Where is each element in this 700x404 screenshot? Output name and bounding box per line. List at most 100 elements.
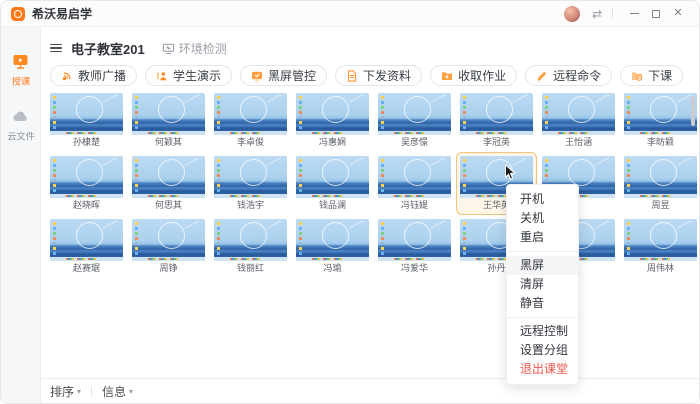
student-screen-thumbnail[interactable] xyxy=(50,93,123,135)
desktop-icons xyxy=(627,222,630,225)
toolbar-button[interactable]: 下课 xyxy=(620,65,683,86)
vertical-scrollbar[interactable] xyxy=(691,96,695,126)
student-screen-thumbnail[interactable] xyxy=(624,156,697,198)
minimize-button[interactable] xyxy=(623,5,645,23)
student-card[interactable]: 何颖其 xyxy=(128,89,209,152)
student-card[interactable]: 周伟林 xyxy=(620,215,700,278)
students-grid: 孙棣楚 何颖其 李卓俊 冯惠娴 吴彦憬 xyxy=(41,86,700,278)
student-screen-thumbnail[interactable] xyxy=(50,156,123,198)
remote-command-icon xyxy=(536,70,548,82)
student-name: 周昱 xyxy=(651,200,669,211)
student-card[interactable]: 冯惠娴 xyxy=(292,89,373,152)
student-card[interactable]: 李冠英 xyxy=(456,89,537,152)
desktop-icons xyxy=(299,96,302,99)
student-name: 冯钰媞 xyxy=(401,200,428,211)
toolbar-button[interactable]: 黑屏管控 xyxy=(240,65,327,86)
context-menu-item[interactable]: 静音 xyxy=(507,294,578,313)
student-card[interactable]: 李卓俊 xyxy=(210,89,291,152)
wallpaper-streak xyxy=(185,94,200,102)
sort-dropdown[interactable]: 排序 ▾ xyxy=(50,383,81,400)
desktop-icons xyxy=(627,159,630,162)
student-screen-thumbnail[interactable] xyxy=(296,219,369,261)
student-screen-thumbnail[interactable] xyxy=(296,93,369,135)
sidebar-item-idx1[interactable]: 云文件 xyxy=(1,108,41,143)
toolbar-button[interactable]: 教师广播 xyxy=(50,65,137,86)
sort-label: 排序 xyxy=(50,383,74,400)
context-menu-item[interactable]: 黑屏 xyxy=(507,256,578,275)
context-menu-item[interactable]: 开机 xyxy=(507,190,578,209)
student-card[interactable]: 王怡涵 xyxy=(538,89,619,152)
student-screen-thumbnail[interactable] xyxy=(214,219,287,261)
wallpaper-streak xyxy=(513,94,528,102)
student-card[interactable]: 李昉颖 xyxy=(620,89,700,152)
student-screen-thumbnail[interactable] xyxy=(378,219,451,261)
context-menu-item[interactable]: 重启 xyxy=(507,228,578,247)
student-screen-thumbnail[interactable] xyxy=(214,93,287,135)
student-screen-thumbnail[interactable] xyxy=(542,93,615,135)
toolbar-button[interactable]: 远程命令 xyxy=(525,65,612,86)
student-card[interactable]: 吴彦憬 xyxy=(374,89,455,152)
student-card[interactable]: 钱丽红 xyxy=(210,215,291,278)
thumbnail-taskbar xyxy=(378,257,451,261)
context-menu-item[interactable]: 远程控制 xyxy=(507,322,578,341)
toolbar-button[interactable]: 收取作业 xyxy=(430,65,517,86)
toolbar: 教师广播 学生演示 黑屏管控 下发资料 收取作业 远程命令 下课 xyxy=(41,57,700,86)
desktop-icons xyxy=(463,96,466,99)
wallpaper-circle xyxy=(158,222,185,249)
student-screen-thumbnail[interactable] xyxy=(132,93,205,135)
student-card[interactable]: 周铮 xyxy=(128,215,209,278)
close-button[interactable]: ✕ xyxy=(667,5,689,23)
wallpaper-streak xyxy=(349,157,364,165)
env-check-button[interactable]: 环境检测 xyxy=(162,40,227,57)
student-screen-thumbnail[interactable] xyxy=(624,219,697,261)
student-card[interactable]: 冯瑜 xyxy=(292,215,373,278)
switch-account-icon[interactable]: ⇄ xyxy=(592,7,602,21)
student-screen-thumbnail[interactable] xyxy=(624,93,697,135)
student-card[interactable]: 钱浩宇 xyxy=(210,152,291,215)
student-card[interactable]: 孙棣楚 xyxy=(46,89,127,152)
student-screen-thumbnail[interactable] xyxy=(50,219,123,261)
student-name: 冯惠娴 xyxy=(319,137,346,148)
desktop-icons xyxy=(299,159,302,162)
app-window: 希沃易启学 ⇄ ✕ 授课 云文件 电子教室201 环境检测 xyxy=(0,0,700,404)
sidebar-item-active[interactable]: 授课 xyxy=(1,53,41,88)
student-screen-thumbnail[interactable] xyxy=(214,156,287,198)
toolbar-button[interactable]: 下发资料 xyxy=(335,65,422,86)
student-card[interactable]: 周昱 xyxy=(620,152,700,215)
student-card[interactable]: 钱品澜 xyxy=(292,152,373,215)
student-screen-thumbnail[interactable] xyxy=(378,156,451,198)
thumbnail-taskbar xyxy=(296,257,369,261)
student-screen-thumbnail[interactable] xyxy=(132,156,205,198)
context-menu-item[interactable]: 退出课堂 xyxy=(507,360,578,379)
send-file-icon xyxy=(346,70,358,82)
user-avatar[interactable] xyxy=(564,6,580,22)
toolbar-button[interactable]: 学生演示 xyxy=(145,65,232,86)
context-menu-item[interactable]: 清屏 xyxy=(507,275,578,294)
desktop-icons xyxy=(545,96,548,99)
wallpaper-streak xyxy=(431,94,446,102)
context-menu-item[interactable]: 设置分组 xyxy=(507,341,578,360)
student-card[interactable]: 冯爱华 xyxy=(374,215,455,278)
student-name: 李冠英 xyxy=(483,137,510,148)
context-menu-item[interactable]: 关机 xyxy=(507,209,578,228)
student-card[interactable]: 冯钰媞 xyxy=(374,152,455,215)
student-card[interactable]: 赵赛琚 xyxy=(46,215,127,278)
student-screen-thumbnail[interactable] xyxy=(378,93,451,135)
maximize-button[interactable] xyxy=(645,5,667,23)
student-name: 钱丽红 xyxy=(237,263,264,274)
wallpaper-circle xyxy=(404,159,431,186)
wallpaper-streak xyxy=(595,157,610,165)
student-screen-thumbnail[interactable] xyxy=(460,93,533,135)
wallpaper-streak xyxy=(267,94,282,102)
wallpaper-circle xyxy=(158,159,185,186)
student-name: 何思其 xyxy=(155,200,182,211)
desktop-icons xyxy=(53,159,56,162)
student-screen-thumbnail[interactable] xyxy=(296,156,369,198)
info-dropdown[interactable]: 信息 ▾ xyxy=(102,383,133,400)
student-card[interactable]: 赵晓晖 xyxy=(46,152,127,215)
hamburger-icon[interactable] xyxy=(50,44,62,53)
student-screen-thumbnail[interactable] xyxy=(132,219,205,261)
student-card[interactable]: 何思其 xyxy=(128,152,209,215)
desktop-icons xyxy=(381,159,384,162)
thumbnail-taskbar xyxy=(296,131,369,135)
